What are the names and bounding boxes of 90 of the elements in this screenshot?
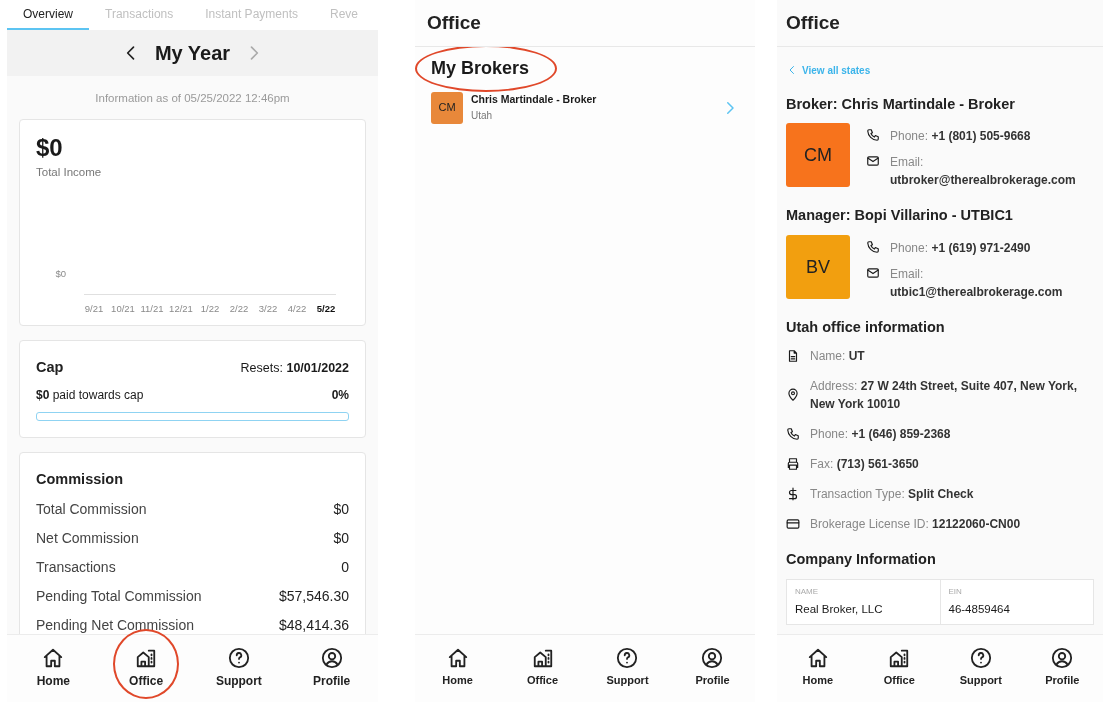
- cap-title: Cap: [36, 357, 64, 377]
- home-icon: [446, 647, 469, 669]
- x-axis-label: 2/22: [229, 302, 249, 314]
- column-label: EIN: [948, 585, 963, 598]
- table-cell-text: Real Broker, LLC: [795, 601, 884, 617]
- profile-icon: [320, 647, 343, 669]
- x-axis-label: 1/22: [200, 302, 220, 314]
- nav-tab[interactable]: Profile: [312, 647, 351, 690]
- info-line: Transaction Type: Split Check: [810, 485, 974, 503]
- phone-icon: [866, 240, 880, 254]
- income-label: Total Income: [36, 165, 103, 181]
- nav-tab[interactable]: Profile: [695, 647, 730, 689]
- table-cell-text: 46-4859464: [948, 601, 1011, 617]
- card-icon: [786, 517, 800, 532]
- commission-value: 0: [341, 558, 349, 577]
- info-line: Address: 27 W 24th Street, Suite 407, New York, New York 10010: [810, 377, 1078, 413]
- commission-label: Total Commission: [36, 500, 147, 519]
- building-icon: [135, 647, 158, 669]
- document-icon: [786, 349, 800, 364]
- info-line: Brokerage License ID: 12122060-CN00: [810, 515, 1021, 533]
- x-axis-label: 9/21: [84, 302, 104, 314]
- income-amount: $0: [36, 136, 64, 161]
- nav-tab[interactable]: Home: [442, 647, 473, 689]
- section-heading: My Brokers: [431, 57, 530, 78]
- info-line: Email: utbic1@therealbrokerage.com: [890, 266, 1064, 301]
- broker-state: Utah: [471, 108, 494, 123]
- contact-heading: Broker: Chris Martindale - Broker: [786, 94, 1016, 114]
- phone-icon: [786, 427, 800, 442]
- info-line: Email: utbroker@therealbrokerage.com: [890, 154, 1077, 190]
- commission-value: $0: [333, 529, 349, 548]
- location-icon: [786, 388, 800, 403]
- commission-label: Pending Net Commission: [36, 616, 194, 634]
- avatar: CM: [786, 123, 850, 188]
- commission-label: Net Commission: [36, 529, 139, 548]
- x-axis-label: 3/22: [258, 302, 278, 314]
- info-line: Phone: +1 (619) 971-2490: [890, 240, 1031, 257]
- screen-title: Office: [415, 0, 755, 47]
- x-axis-label: 11/21: [140, 302, 164, 314]
- cap-percent: 0%: [331, 387, 349, 405]
- profile-icon: [701, 647, 724, 669]
- commission-value: $57,546.30: [278, 587, 349, 606]
- building-icon: [888, 647, 911, 669]
- nav-tab[interactable]: Office: [883, 647, 915, 689]
- period-title: My Year: [154, 41, 231, 66]
- mail-icon: [866, 266, 880, 280]
- nav-tab[interactable]: Profile: [1045, 647, 1080, 689]
- avatar: CM: [431, 91, 463, 124]
- column-label: NAME: [795, 585, 820, 598]
- broker-name: Chris Martindale - Broker: [471, 92, 598, 108]
- info-line: Phone: +1 (801) 505-9668: [890, 128, 1031, 146]
- nav-tab[interactable]: Support: [959, 647, 1002, 689]
- nav-tab[interactable]: Home: [36, 647, 71, 690]
- info-line: Name: UT: [810, 347, 865, 365]
- section-heading: Utah office information: [786, 318, 946, 337]
- building-icon: [531, 647, 554, 669]
- avatar: BV: [786, 235, 850, 299]
- commission-label: Transactions: [36, 558, 116, 577]
- y-axis-label: $0: [55, 267, 66, 279]
- nav-tab[interactable]: Office: [526, 647, 559, 689]
- nav-tab[interactable]: Office: [129, 647, 164, 690]
- x-axis-label: 12/21: [169, 302, 193, 314]
- home-icon: [806, 647, 829, 669]
- nav-tab[interactable]: Home: [802, 647, 834, 689]
- nav-tab[interactable]: Support: [606, 647, 649, 689]
- reset-date: Resets: 10/01/2022: [240, 359, 349, 377]
- dollar-icon: [786, 487, 800, 502]
- info-line: Fax: (713) 561-3650: [810, 455, 919, 473]
- mail-icon: [866, 154, 880, 169]
- info-line: Phone: +1 (646) 859-2368: [810, 425, 951, 443]
- cap-paid-text: $0 paid towards cap: [36, 387, 144, 405]
- screen-title: Office: [777, 0, 1103, 47]
- printer-icon: [786, 457, 800, 472]
- section-heading: Company Information: [786, 549, 937, 569]
- home-icon: [42, 647, 65, 669]
- profile-icon: [1051, 647, 1074, 669]
- x-axis-label: 5/22: [316, 302, 336, 314]
- help-icon: [227, 647, 250, 669]
- phone-icon: [866, 128, 880, 143]
- broker-row[interactable]: CM Chris Martindale - Broker Utah: [431, 89, 739, 126]
- help-icon: [969, 647, 992, 669]
- commission-label: Pending Total Commission: [36, 587, 202, 606]
- commission-value: $48,414.36: [278, 616, 349, 634]
- nav-tab[interactable]: Support: [215, 647, 262, 690]
- info-text: Information as of 05/25/2022 12:46pm: [94, 91, 291, 106]
- x-axis-label: 4/22: [287, 302, 307, 314]
- commission-title: Commission: [36, 470, 124, 490]
- contact-heading: Manager: Bopi Villarino - UTBIC1: [786, 206, 1014, 226]
- help-icon: [616, 647, 639, 669]
- x-axis-label: 10/21: [111, 302, 135, 314]
- commission-value: $0: [333, 500, 349, 519]
